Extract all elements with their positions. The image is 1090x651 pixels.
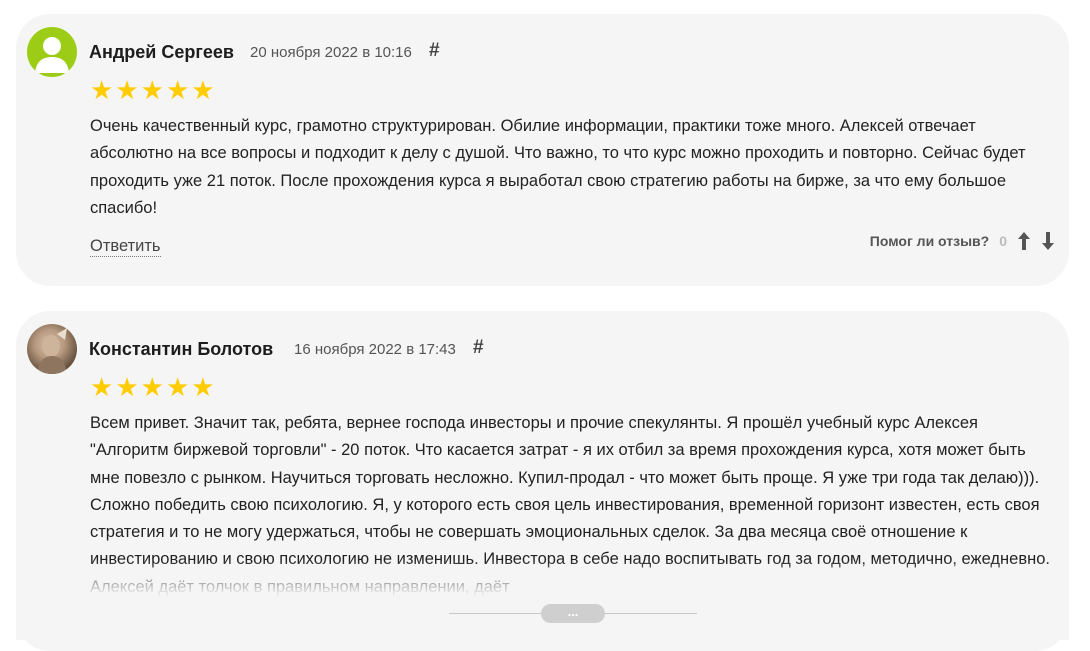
star-icon: ★: [140, 75, 164, 105]
permalink-anchor[interactable]: #: [473, 337, 484, 359]
review-date: 16 ноября 2022 в 17:43: [294, 341, 456, 358]
user-photo-icon: [37, 328, 67, 374]
helpful-count: 0: [999, 233, 1007, 249]
review-author[interactable]: Андрей Сергеев: [89, 42, 234, 63]
permalink-anchor[interactable]: #: [429, 40, 440, 62]
star-icon: ★: [191, 75, 215, 105]
review-author[interactable]: Константин Болотов: [89, 339, 273, 360]
star-icon: ★: [90, 75, 114, 105]
rating-stars: ★ ★ ★ ★ ★: [90, 374, 215, 400]
star-icon: ★: [90, 372, 114, 402]
review-text: Всем привет. Значит так, ребята, вернее …: [90, 414, 1050, 596]
star-icon: ★: [191, 372, 215, 402]
review-card: Константин Болотов 16 ноября 2022 в 17:4…: [16, 311, 1069, 651]
star-icon: ★: [165, 372, 190, 402]
show-more-button[interactable]: ...: [541, 604, 605, 623]
review-date: 20 ноября 2022 в 10:16: [250, 44, 412, 61]
user-silhouette-icon: [35, 37, 69, 73]
star-icon: ★: [115, 372, 139, 402]
review-card: Андрей Сергеев 20 ноября 2022 в 10:16 # …: [16, 14, 1069, 286]
avatar: [27, 324, 77, 374]
helpful-vote: Помог ли отзыв? 0: [870, 231, 1055, 251]
reply-link[interactable]: Ответить: [90, 236, 161, 257]
star-icon: ★: [140, 372, 164, 402]
review-text: Очень качественный курс, грамотно структ…: [90, 117, 1026, 217]
rating-stars: ★ ★ ★ ★ ★: [90, 77, 215, 103]
arrow-down-icon[interactable]: [1041, 231, 1055, 251]
helpful-label: Помог ли отзыв?: [869, 233, 990, 249]
avatar: [27, 27, 77, 77]
star-icon: ★: [165, 75, 190, 105]
star-icon: ★: [115, 75, 139, 105]
arrow-up-icon[interactable]: [1017, 231, 1031, 251]
